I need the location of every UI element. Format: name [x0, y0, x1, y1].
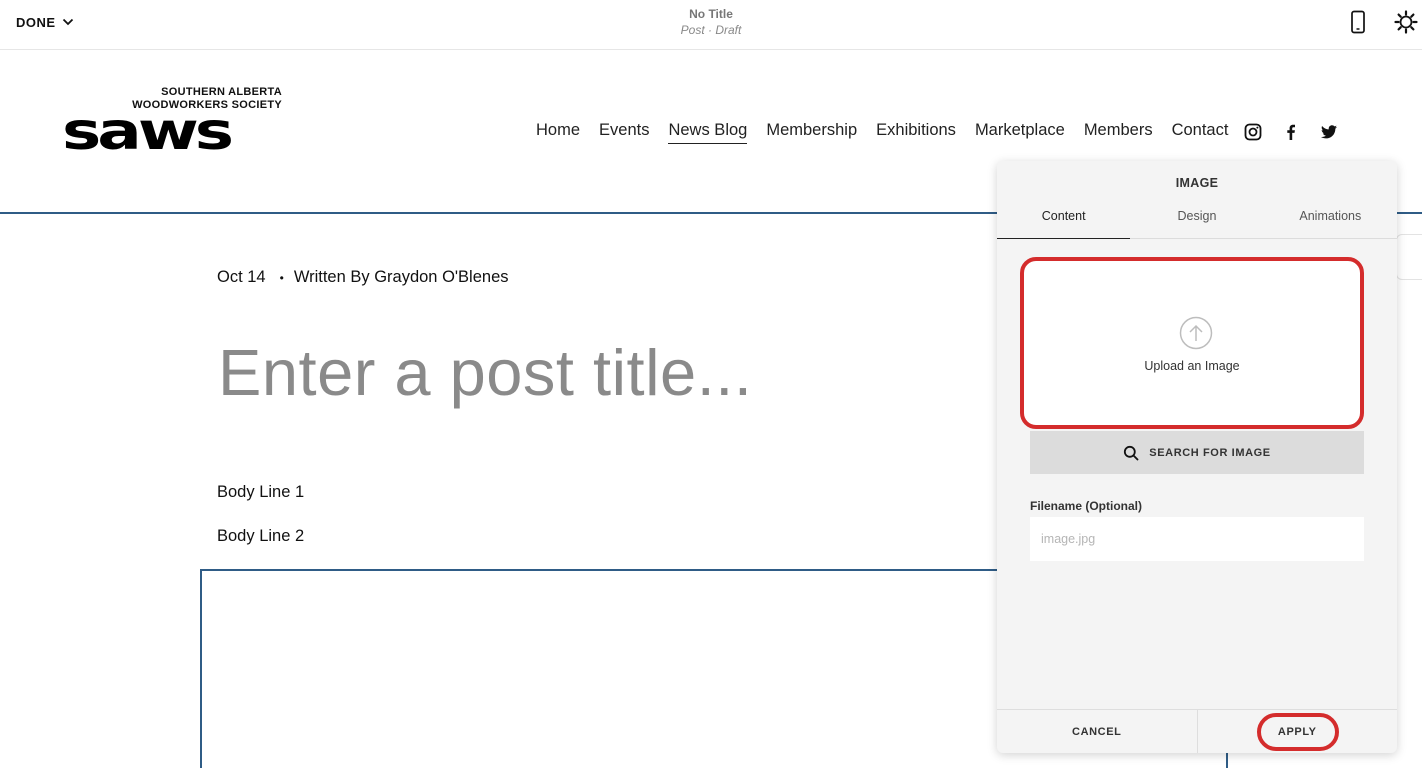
- nav-marketplace[interactable]: Marketplace: [975, 121, 1065, 143]
- nav-contact[interactable]: Contact: [1172, 121, 1229, 143]
- upload-image-dropzone[interactable]: Upload an Image: [1020, 257, 1364, 429]
- image-settings-panel: IMAGE Content Design Animations Upload a…: [997, 161, 1397, 753]
- body-paragraph[interactable]: Body Line 1: [217, 483, 304, 502]
- panel-title: IMAGE: [1175, 176, 1219, 190]
- instagram-icon[interactable]: [1244, 123, 1262, 141]
- logo-wordmark: saws: [62, 101, 234, 162]
- tab-animations[interactable]: Animations: [1264, 203, 1397, 238]
- done-label: DONE: [16, 14, 56, 30]
- cancel-label: CANCEL: [1072, 725, 1122, 738]
- social-links: [1244, 123, 1338, 141]
- chevron-down-icon: [62, 18, 73, 26]
- nav-membership[interactable]: Membership: [766, 121, 857, 143]
- upload-arrow-icon: [1179, 316, 1213, 350]
- nav-news-blog[interactable]: News Blog: [668, 121, 748, 144]
- search-for-image-button[interactable]: SEARCH FOR IMAGE: [1030, 431, 1364, 474]
- search-for-image-label: SEARCH FOR IMAGE: [1149, 446, 1271, 459]
- post-author: Written By Graydon O'Blenes: [293, 268, 509, 286]
- site-logo[interactable]: SOUTHERN ALBERTA WOODWORKERS SOCIETY saw…: [62, 86, 282, 176]
- tab-content[interactable]: Content: [997, 203, 1131, 239]
- filename-label: Filename (Optional): [1030, 499, 1143, 513]
- nav-exhibitions[interactable]: Exhibitions: [876, 121, 956, 143]
- tab-design[interactable]: Design: [1130, 203, 1263, 238]
- page-title: No Title: [689, 7, 733, 21]
- cancel-button[interactable]: CANCEL: [997, 710, 1197, 753]
- page-status: Post · Draft: [680, 23, 742, 37]
- editor-top-bar: DONE No Title Post · Draft: [0, 0, 1422, 50]
- mobile-preview-icon[interactable]: [1348, 10, 1368, 34]
- main-nav: Home Events News Blog Membership Exhibit…: [536, 120, 1338, 144]
- apply-button[interactable]: APPLY: [1196, 710, 1398, 753]
- logo-line-1: SOUTHERN ALBERTA: [161, 86, 282, 98]
- panel-tabs: Content Design Animations: [997, 203, 1397, 239]
- panel-footer: CANCEL APPLY: [997, 709, 1397, 753]
- twitter-icon[interactable]: [1320, 123, 1338, 141]
- nav-home[interactable]: Home: [536, 121, 580, 143]
- meta-separator: •: [279, 270, 284, 285]
- body-paragraph[interactable]: Body Line 2: [217, 527, 304, 546]
- nav-events[interactable]: Events: [599, 121, 649, 143]
- apply-label: APPLY: [1277, 725, 1317, 738]
- filename-input[interactable]: [1030, 517, 1364, 561]
- settings-icon[interactable]: [1394, 10, 1418, 34]
- page-title-area[interactable]: No Title Post · Draft: [611, 6, 811, 38]
- post-title-input[interactable]: Enter a post title...: [218, 335, 752, 410]
- nav-members[interactable]: Members: [1084, 121, 1153, 143]
- post-date: Oct 14: [217, 268, 266, 286]
- post-meta: Oct 14 • Written By Graydon O'Blenes: [217, 268, 509, 287]
- search-icon: [1124, 445, 1139, 460]
- facebook-icon[interactable]: [1282, 123, 1300, 141]
- done-button[interactable]: DONE: [16, 13, 74, 31]
- side-panel-handle[interactable]: [1396, 234, 1422, 280]
- upload-label: Upload an Image: [1144, 359, 1240, 373]
